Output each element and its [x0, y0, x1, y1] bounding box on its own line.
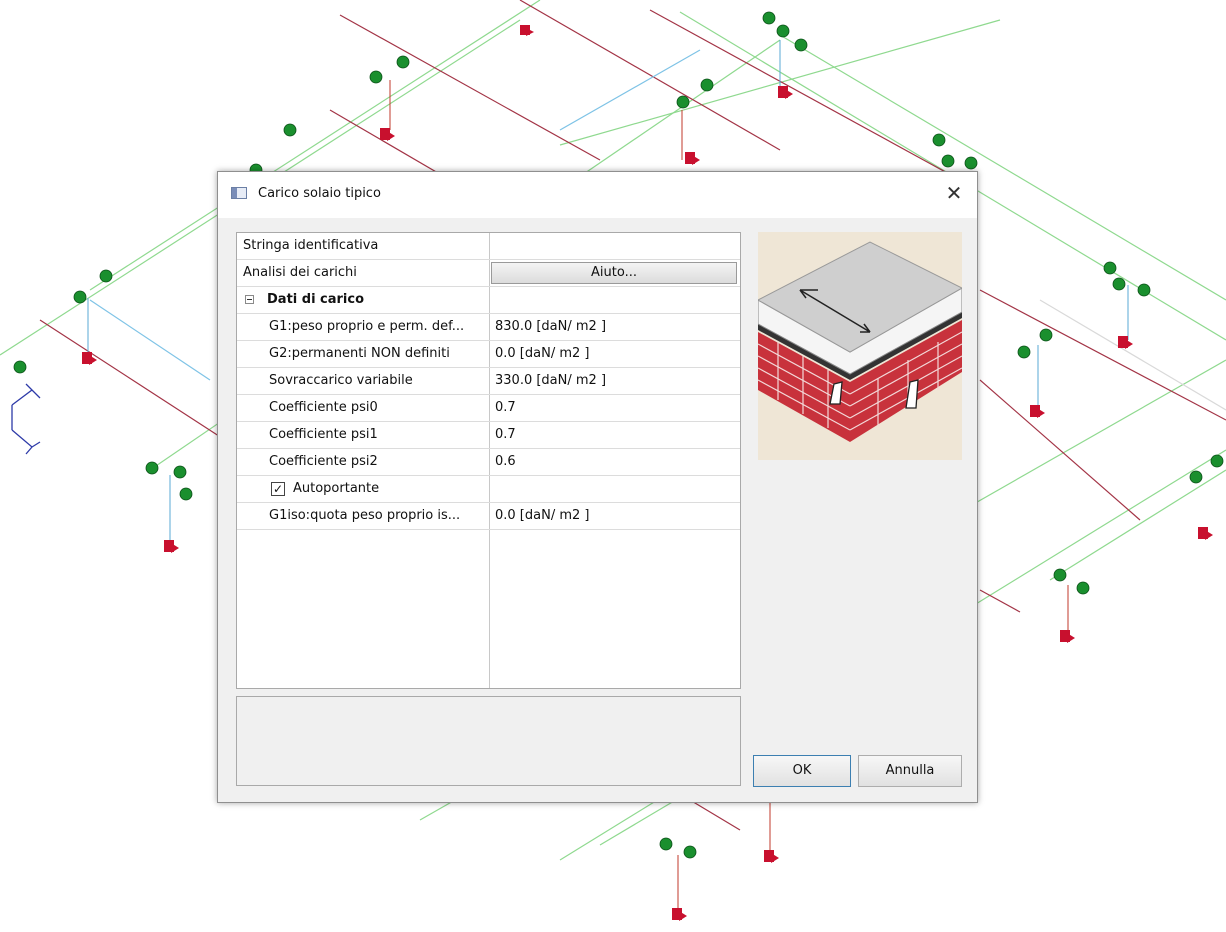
- property-value[interactable]: 0.0 [daN/ m2 ]: [495, 508, 589, 523]
- property-row-g1iso[interactable]: G1iso:quota peso proprio is... 0.0 [daN/…: [237, 503, 740, 530]
- property-value[interactable]: 330.0 [daN/ m2 ]: [495, 373, 606, 388]
- slab-preview-image: [756, 232, 964, 460]
- window-icon: [231, 187, 247, 199]
- property-label: Analisi dei carichi: [243, 265, 357, 280]
- property-label: G2:permanenti NON definiti: [269, 346, 450, 361]
- category-row-load-data[interactable]: Dati di carico: [237, 287, 740, 314]
- property-row-psi2[interactable]: Coefficiente psi2 0.6: [237, 449, 740, 476]
- property-label: Coefficiente psi0: [269, 400, 378, 415]
- help-button[interactable]: Aiuto...: [491, 262, 737, 284]
- property-value[interactable]: 0.7: [495, 400, 516, 415]
- property-row-autoportante: ✓ Autoportante: [237, 476, 740, 503]
- property-row-g1[interactable]: G1:peso proprio e perm. def... 830.0 [da…: [237, 314, 740, 341]
- checkbox-label: Autoportante: [293, 481, 380, 496]
- ok-button[interactable]: OK: [753, 755, 851, 787]
- property-row-psi0[interactable]: Coefficiente psi0 0.7: [237, 395, 740, 422]
- property-label: Stringa identificativa: [243, 238, 379, 253]
- property-label: Coefficiente psi2: [269, 454, 378, 469]
- property-value[interactable]: 0.7: [495, 427, 516, 442]
- dialog-titlebar[interactable]: Carico solaio tipico ✕: [218, 172, 977, 218]
- property-row-g2[interactable]: G2:permanenti NON definiti 0.0 [daN/ m2 …: [237, 341, 740, 368]
- autoportante-checkbox[interactable]: ✓: [271, 482, 285, 496]
- property-row-analysis: Analisi dei carichi Aiuto...: [237, 260, 740, 287]
- property-label: G1:peso proprio e perm. def...: [269, 319, 465, 334]
- description-panel: [236, 696, 741, 786]
- property-grid: Stringa identificativa Analisi dei caric…: [236, 232, 741, 689]
- property-value[interactable]: 0.6: [495, 454, 516, 469]
- collapse-minus-icon[interactable]: [245, 295, 254, 304]
- property-label: G1iso:quota peso proprio is...: [269, 508, 461, 523]
- property-value[interactable]: 0.0 [daN/ m2 ]: [495, 346, 589, 361]
- close-icon[interactable]: ✕: [941, 180, 967, 206]
- property-row-identifier[interactable]: Stringa identificativa: [237, 233, 740, 260]
- property-row-live-load[interactable]: Sovraccarico variabile 330.0 [daN/ m2 ]: [237, 368, 740, 395]
- property-label: Sovraccarico variabile: [269, 373, 413, 388]
- load-dialog: Carico solaio tipico ✕ Stringa identific…: [217, 171, 978, 803]
- property-row-psi1[interactable]: Coefficiente psi1 0.7: [237, 422, 740, 449]
- category-label: Dati di carico: [267, 292, 365, 307]
- cancel-button[interactable]: Annulla: [858, 755, 962, 787]
- property-label: Coefficiente psi1: [269, 427, 378, 442]
- property-value[interactable]: 830.0 [daN/ m2 ]: [495, 319, 606, 334]
- dialog-title: Carico solaio tipico: [258, 186, 381, 201]
